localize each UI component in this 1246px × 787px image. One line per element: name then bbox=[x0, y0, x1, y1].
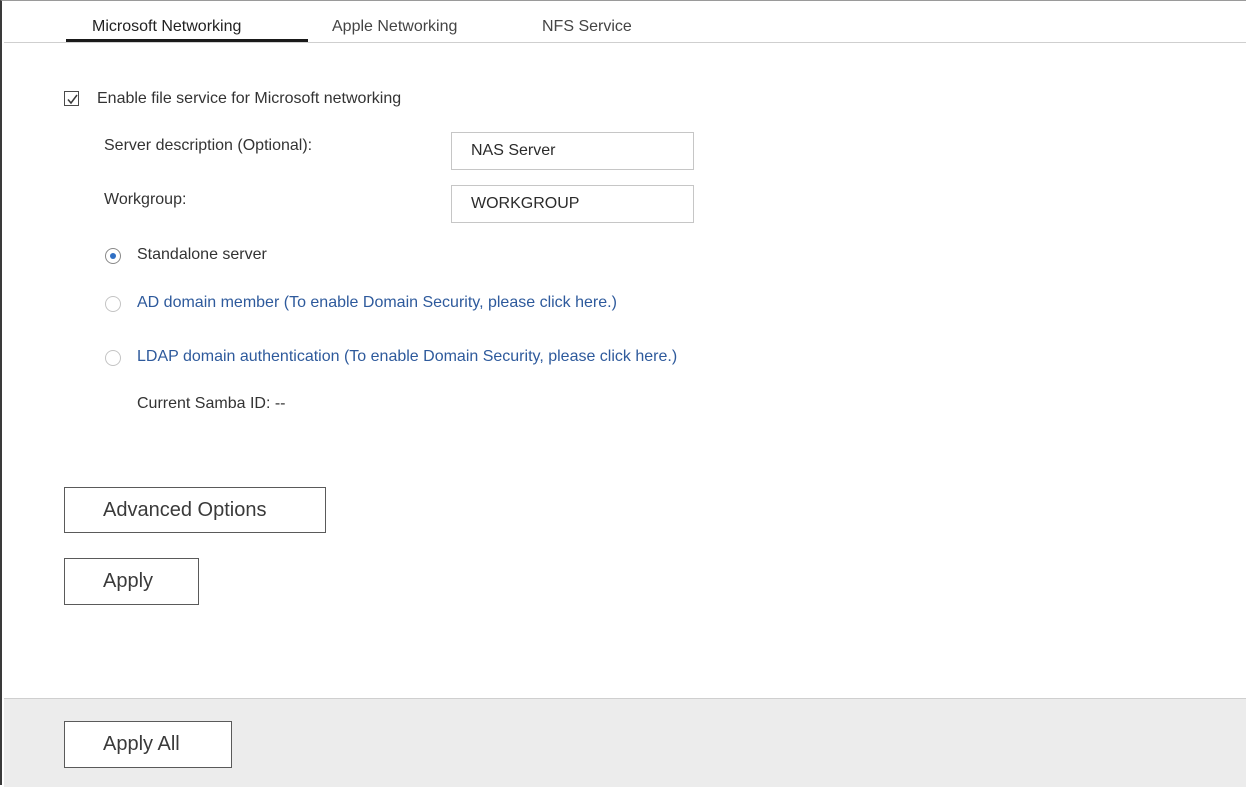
window-frame: Microsoft Networking Apple Networking NF… bbox=[0, 0, 1246, 787]
enable-service-label: Enable file service for Microsoft networ… bbox=[97, 90, 402, 107]
ad-domain-member-radio[interactable] bbox=[105, 296, 121, 312]
standalone-server-label: Standalone server bbox=[137, 246, 267, 263]
tab-apple-networking[interactable]: Apple Networking bbox=[332, 18, 457, 36]
ad-domain-security-link[interactable]: (To enable Domain Security, please click… bbox=[284, 294, 617, 311]
advanced-options-button[interactable]: Advanced Options bbox=[64, 487, 326, 533]
current-samba-id: Current Samba ID: -- bbox=[137, 395, 286, 412]
footer-bar: Apply All bbox=[4, 698, 1246, 787]
workgroup-label: Workgroup: bbox=[104, 191, 187, 208]
ldap-domain-auth-label: LDAP domain authentication bbox=[137, 348, 340, 365]
server-description-input[interactable] bbox=[451, 132, 694, 170]
ad-domain-member-label: AD domain member bbox=[137, 294, 280, 311]
ad-domain-member-link[interactable]: AD domain member (To enable Domain Secur… bbox=[137, 294, 617, 312]
tab-microsoft-networking[interactable]: Microsoft Networking bbox=[92, 18, 241, 36]
ldap-domain-security-link[interactable]: (To enable Domain Security, please click… bbox=[344, 348, 677, 365]
workgroup-input[interactable] bbox=[451, 185, 694, 223]
standalone-server-radio[interactable] bbox=[105, 248, 121, 264]
ldap-domain-auth-link[interactable]: LDAP domain authentication (To enable Do… bbox=[137, 348, 677, 366]
tab-bar: Microsoft Networking Apple Networking NF… bbox=[4, 1, 1246, 43]
ldap-domain-auth-radio[interactable] bbox=[105, 350, 121, 366]
active-tab-indicator bbox=[66, 39, 308, 42]
server-description-label: Server description (Optional): bbox=[104, 137, 313, 154]
enable-service-checkbox[interactable] bbox=[64, 91, 79, 106]
apply-button[interactable]: Apply bbox=[64, 558, 199, 605]
apply-all-button[interactable]: Apply All bbox=[64, 721, 232, 768]
radio-selected-dot bbox=[110, 253, 116, 259]
checkmark-icon bbox=[67, 94, 78, 105]
tab-nfs-service[interactable]: NFS Service bbox=[542, 18, 632, 36]
